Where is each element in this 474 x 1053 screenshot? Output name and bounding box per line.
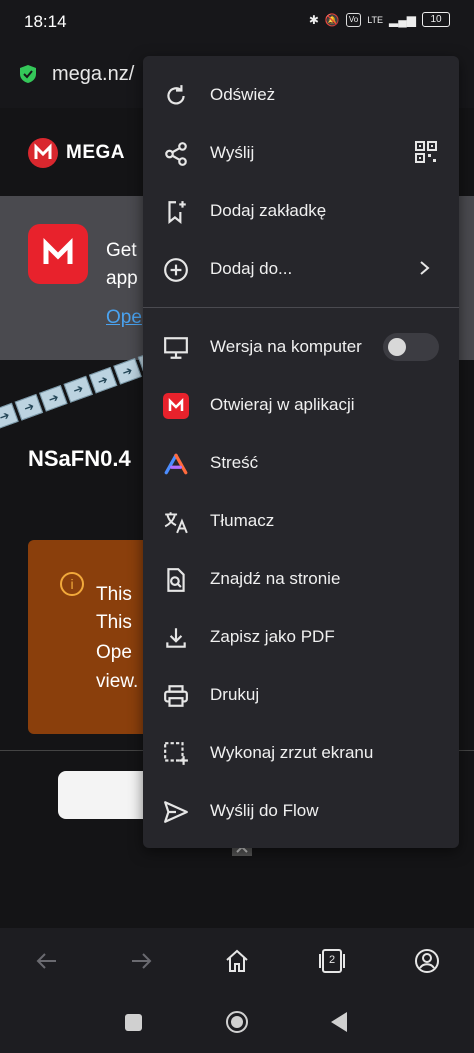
warning-line: Ope bbox=[96, 642, 132, 663]
home-dot bbox=[231, 1016, 243, 1028]
home-icon[interactable] bbox=[224, 948, 250, 974]
menu-item-label: Drukuj bbox=[210, 685, 260, 704]
status-icons: ✱ 🔕 Vo LTE ▂▄▆ 10 bbox=[309, 12, 450, 27]
find-in-page-icon bbox=[167, 568, 185, 592]
menu-item-label: Wyślij bbox=[210, 143, 255, 162]
mega-brand-text[interactable]: MEGA bbox=[66, 142, 125, 164]
battery-icon: 10 bbox=[422, 12, 450, 27]
menu-item-share[interactable]: Wyślij bbox=[143, 124, 459, 182]
network-label: LTE bbox=[367, 14, 384, 25]
share-icon bbox=[165, 142, 187, 166]
desktop-icon bbox=[164, 337, 188, 359]
home-system-icon[interactable] bbox=[226, 1011, 248, 1033]
url-text[interactable]: mega.nz/ bbox=[52, 63, 134, 86]
recents-icon[interactable] bbox=[125, 1014, 142, 1031]
banner-text-1: Get bbox=[106, 240, 137, 261]
info-icon: i bbox=[60, 572, 84, 596]
menu-item-print[interactable]: Drukuj bbox=[143, 666, 459, 724]
menu-item-label: Znajdź na stronie bbox=[210, 569, 341, 588]
bluetooth-icon: ✱ bbox=[308, 12, 319, 27]
battery-level: 10 bbox=[430, 14, 442, 25]
forward-icon[interactable] bbox=[128, 948, 154, 974]
status-time: 18:14 bbox=[24, 12, 67, 31]
volte-icon: Vo bbox=[345, 12, 362, 27]
menu-item-label: Dodaj do... bbox=[210, 259, 293, 278]
toggle-knob bbox=[388, 338, 406, 356]
menu-item-label: Otwieraj w aplikacji bbox=[210, 395, 355, 414]
tabs-button[interactable]: 2 bbox=[318, 948, 346, 974]
screenshot-icon bbox=[164, 742, 188, 765]
qr-code-icon[interactable] bbox=[414, 140, 438, 164]
send-icon bbox=[164, 801, 188, 823]
menu-item-label: Wyślij do Flow bbox=[210, 801, 319, 820]
menu-item-send-to-flow[interactable]: Wyślij do Flow bbox=[143, 782, 459, 840]
chevron-right-icon bbox=[420, 261, 430, 275]
back-icon[interactable] bbox=[34, 948, 60, 974]
menu-divider bbox=[143, 307, 459, 308]
menu-item-summarize[interactable]: Streść bbox=[143, 434, 459, 492]
refresh-icon bbox=[167, 85, 185, 105]
menu-item-label: Wykonaj zrzut ekranu bbox=[210, 743, 374, 762]
print-icon bbox=[164, 685, 188, 707]
download-icon bbox=[166, 628, 186, 648]
banner-open-link[interactable]: Ope bbox=[106, 307, 142, 329]
mute-icon: 🔕 bbox=[324, 12, 340, 27]
signal-icon: ▂▄▆ bbox=[389, 12, 416, 27]
warning-line: This bbox=[96, 612, 132, 633]
menu-item-desktop-site[interactable]: Wersja na komputer bbox=[143, 318, 459, 376]
back-system-icon[interactable] bbox=[330, 1011, 348, 1033]
menu-item-save-pdf[interactable]: Zapisz jako PDF bbox=[143, 608, 459, 666]
secure-shield-icon[interactable] bbox=[18, 64, 38, 84]
add-circle-icon bbox=[164, 258, 188, 282]
menu-item-add-bookmark[interactable]: Dodaj zakładkę bbox=[143, 182, 459, 240]
menu-item-label: Tłumacz bbox=[210, 511, 275, 530]
account-icon[interactable] bbox=[414, 948, 440, 974]
warning-line: view. bbox=[96, 671, 139, 692]
menu-item-translate[interactable]: Tłumacz bbox=[143, 492, 459, 550]
bookmark-add-icon bbox=[168, 201, 186, 225]
menu-item-screenshot[interactable]: Wykonaj zrzut ekranu bbox=[143, 724, 459, 782]
menu-item-find-in-page[interactable]: Znajdź na stronie bbox=[143, 550, 459, 608]
menu-item-open-in-app[interactable]: Otwieraj w aplikacji bbox=[143, 376, 459, 434]
file-name: NSaFN0.4 bbox=[28, 446, 131, 471]
menu-item-label: Zapisz jako PDF bbox=[210, 627, 335, 646]
mega-app-icon bbox=[163, 393, 189, 419]
summarize-icon bbox=[164, 453, 188, 475]
menu-item-add-to[interactable]: Dodaj do... bbox=[143, 240, 459, 298]
mega-app-icon bbox=[28, 224, 88, 284]
desktop-site-toggle[interactable] bbox=[383, 333, 439, 361]
mega-logo-icon[interactable] bbox=[28, 138, 58, 168]
banner-text-2: app bbox=[106, 268, 138, 289]
menu-item-label: Wersja na komputer bbox=[210, 337, 362, 356]
translate-icon bbox=[164, 512, 188, 534]
menu-item-label: Odśwież bbox=[210, 85, 276, 104]
menu-item-label: Streść bbox=[210, 453, 259, 472]
menu-item-label: Dodaj zakładkę bbox=[210, 201, 327, 220]
tab-count: 2 bbox=[328, 954, 336, 966]
warning-line: This bbox=[96, 584, 132, 605]
menu-item-refresh[interactable]: Odśwież bbox=[143, 66, 459, 124]
